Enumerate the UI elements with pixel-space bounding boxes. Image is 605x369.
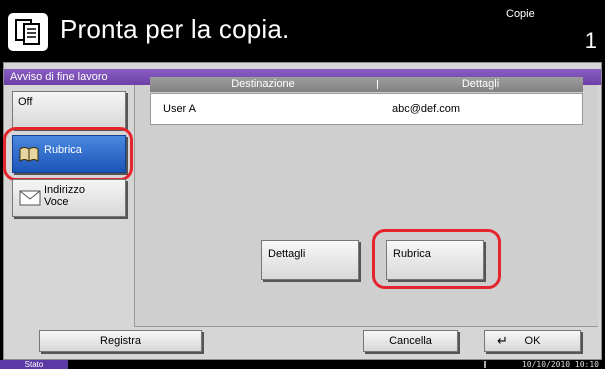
details-button-label: Dettagli [268,248,306,260]
destination-details: abc@def.com [392,103,461,115]
header-bar: Pronta per la copia. Copie 1 [0,0,605,62]
email-address-label-line2: Voce [44,196,69,208]
email-address-button[interactable]: Indirizzo Voce [12,179,126,217]
status-indicator [484,361,486,368]
off-button-label: Off [18,96,33,108]
ok-button[interactable]: ↵ OK [484,330,581,352]
status-button[interactable]: Stato [0,360,68,369]
register-button[interactable]: Registra [39,330,202,352]
copier-screen: Pronta per la copia. Copie 1 Avviso di f… [0,0,605,369]
table-row[interactable]: User A abc@def.com [150,93,583,125]
envelope-icon [19,190,41,209]
email-address-label-line1: Indirizzo [44,184,85,196]
column-header-details: Dettagli [461,78,500,90]
copies-count: 1 [584,28,597,53]
column-header-destination: Destinazione [231,78,295,90]
status-bar: Stato 10/10/2010 10:10 [0,360,605,369]
date-time: 10/10/2010 10:10 [521,360,599,369]
copies-label: Copie [506,8,535,20]
enter-icon: ↵ [497,333,508,348]
cancel-button-label: Cancella [389,335,432,347]
destination-table: Destinazione Dettagli User A abc@def.com [150,77,583,125]
register-button-label: Registra [100,335,141,347]
off-button[interactable]: Off [12,91,126,129]
highlight-ring [3,127,133,181]
page-title: Pronta per la copia. [60,14,290,44]
details-button[interactable]: Dettagli [261,240,359,280]
email-address-label: Indirizzo Voce [44,184,85,208]
destination-name: User A [163,103,197,115]
table-header: Destinazione Dettagli [150,77,583,92]
highlight-ring [372,229,501,289]
copier-icon [8,13,48,51]
cancel-button[interactable]: Cancella [363,330,458,352]
ok-button-label: OK [524,335,541,347]
